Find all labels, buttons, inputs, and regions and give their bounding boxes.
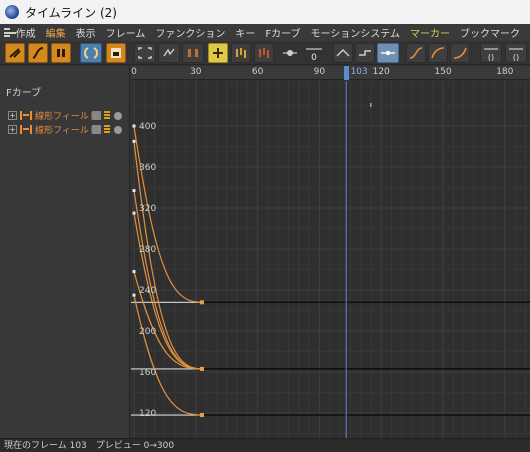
menu-frame[interactable]: フレーム xyxy=(106,25,146,40)
window-title: タイムライン (2) xyxy=(25,5,117,20)
hamburger-menu-icon[interactable] xyxy=(4,28,16,37)
ruler-tick-label: 90 xyxy=(313,67,326,77)
key-mode-button[interactable] xyxy=(5,43,25,63)
status-bar: 現在のフレーム 103 プレビュー 0→300 xyxy=(0,438,530,452)
expand-toggle[interactable]: + xyxy=(8,125,17,134)
ease-in-button[interactable] xyxy=(428,43,448,63)
motion-mode-button[interactable] xyxy=(51,43,71,63)
fcurve-key-start[interactable] xyxy=(132,270,136,274)
value-axis-label: 400 xyxy=(139,122,156,132)
menu-edit[interactable]: 編集 xyxy=(46,25,66,40)
track-label: 線形フィールド xyxy=(35,126,98,136)
svg-text:0: 0 xyxy=(311,53,317,61)
track-color-swatch[interactable] xyxy=(92,125,101,134)
fcurve-key-start[interactable] xyxy=(132,211,136,215)
frame-all-button[interactable] xyxy=(134,43,156,63)
fcurve-key-start[interactable] xyxy=(132,139,136,143)
ruler-tick-label: 180 xyxy=(496,67,514,77)
value-axis-label: 280 xyxy=(139,245,156,255)
value-axis-label: 360 xyxy=(139,163,156,173)
menu-marker[interactable]: マーカー xyxy=(410,25,450,40)
ruler-tick-label: 120 xyxy=(372,67,390,77)
zero-length-button[interactable]: 0 xyxy=(303,43,325,63)
fcurve-key-end[interactable] xyxy=(199,300,204,305)
frame-range-button[interactable] xyxy=(182,43,204,63)
fcurve-mode-button[interactable] xyxy=(28,43,48,63)
add-keys-button[interactable] xyxy=(231,43,251,63)
ruler-tick-label: 150 xyxy=(434,67,452,77)
current-frame-label: 103 xyxy=(350,67,368,77)
value-axis-label: 320 xyxy=(139,204,156,214)
track-state-dot[interactable] xyxy=(114,125,122,134)
frame-selected-button[interactable] xyxy=(158,43,180,63)
menu-key[interactable]: キー xyxy=(235,25,255,40)
expand-toggle[interactable]: + xyxy=(8,111,17,120)
value-axis-label: 240 xyxy=(139,286,156,296)
ruler-tick-label: 0 xyxy=(131,67,137,77)
playhead-handle[interactable] xyxy=(343,66,349,80)
cinema4d-app-icon xyxy=(5,5,19,19)
value-axis-label: 160 xyxy=(139,368,156,378)
step-interp-button[interactable] xyxy=(355,43,375,63)
auto-link-button[interactable] xyxy=(80,43,102,63)
add-key-button[interactable] xyxy=(208,43,228,63)
fcurve-key-end[interactable] xyxy=(199,366,204,371)
linear-interp-button[interactable] xyxy=(333,43,353,63)
track-keys-icon[interactable] xyxy=(104,125,110,134)
fcurve-key-start[interactable] xyxy=(132,124,136,128)
time-ruler[interactable]: 0 30 60 90 120 150 180 103 xyxy=(131,66,530,80)
spline-interp-button[interactable] xyxy=(377,43,399,63)
menu-view[interactable]: 表示 xyxy=(76,25,96,40)
zero-angle-button[interactable] xyxy=(280,43,300,63)
break-tangents-button[interactable]: () xyxy=(480,43,502,63)
menu-create[interactable]: 作成 xyxy=(16,25,36,40)
track-label: 線形フィールド xyxy=(35,112,98,122)
menu-fcurve[interactable]: Fカーブ xyxy=(265,25,300,40)
menu-function[interactable]: ファンクション xyxy=(155,25,225,40)
unify-tangents-button[interactable]: () xyxy=(505,43,527,63)
ease-out-button[interactable] xyxy=(450,43,470,63)
track-state-dot[interactable] xyxy=(114,111,122,120)
linear-field-icon xyxy=(20,111,32,120)
linear-field-icon xyxy=(20,125,32,134)
track-color-swatch[interactable] xyxy=(92,111,101,120)
window-titlebar: タイムライン (2) xyxy=(0,0,530,24)
toolbar: 0 () () xyxy=(0,41,530,65)
record-keys-button[interactable] xyxy=(106,43,126,63)
ruler-tick-label: 60 xyxy=(251,67,264,77)
fcurve-key-start[interactable] xyxy=(132,189,136,193)
menu-motion-system[interactable]: モーションシステム xyxy=(311,25,401,40)
fcurve-key-start[interactable] xyxy=(132,293,136,297)
svg-text:(): () xyxy=(513,53,519,61)
track-keys-icon[interactable] xyxy=(104,111,110,120)
ease-in-out-button[interactable] xyxy=(406,43,426,63)
delete-keys-button[interactable] xyxy=(254,43,274,63)
svg-text:(): () xyxy=(488,53,494,61)
fcurve-label: Fカーブ xyxy=(6,88,42,99)
menu-bookmark[interactable]: ブックマーク xyxy=(460,25,520,40)
value-axis-label: 200 xyxy=(139,327,156,337)
fcurve-key-end[interactable] xyxy=(199,413,204,418)
fcurve-graph-canvas[interactable]: 400 360 320 280 240 200 160 120 xyxy=(131,81,530,438)
track-row[interactable]: + 線形フィールド xyxy=(8,110,126,122)
ruler-tick-label: 30 xyxy=(190,67,202,77)
track-row[interactable]: + 線形フィールド xyxy=(8,124,126,136)
menu-bar: 作成 編集 表示 フレーム ファンクション キー Fカーブ モーションシステム … xyxy=(0,24,530,41)
value-axis-label: 120 xyxy=(139,409,156,419)
fcurve-graph[interactable]: 400 360 320 280 240 200 160 120 xyxy=(131,81,530,438)
track-list-panel: Fカーブ + 線形フィールド + 線形フィールド xyxy=(0,66,130,438)
